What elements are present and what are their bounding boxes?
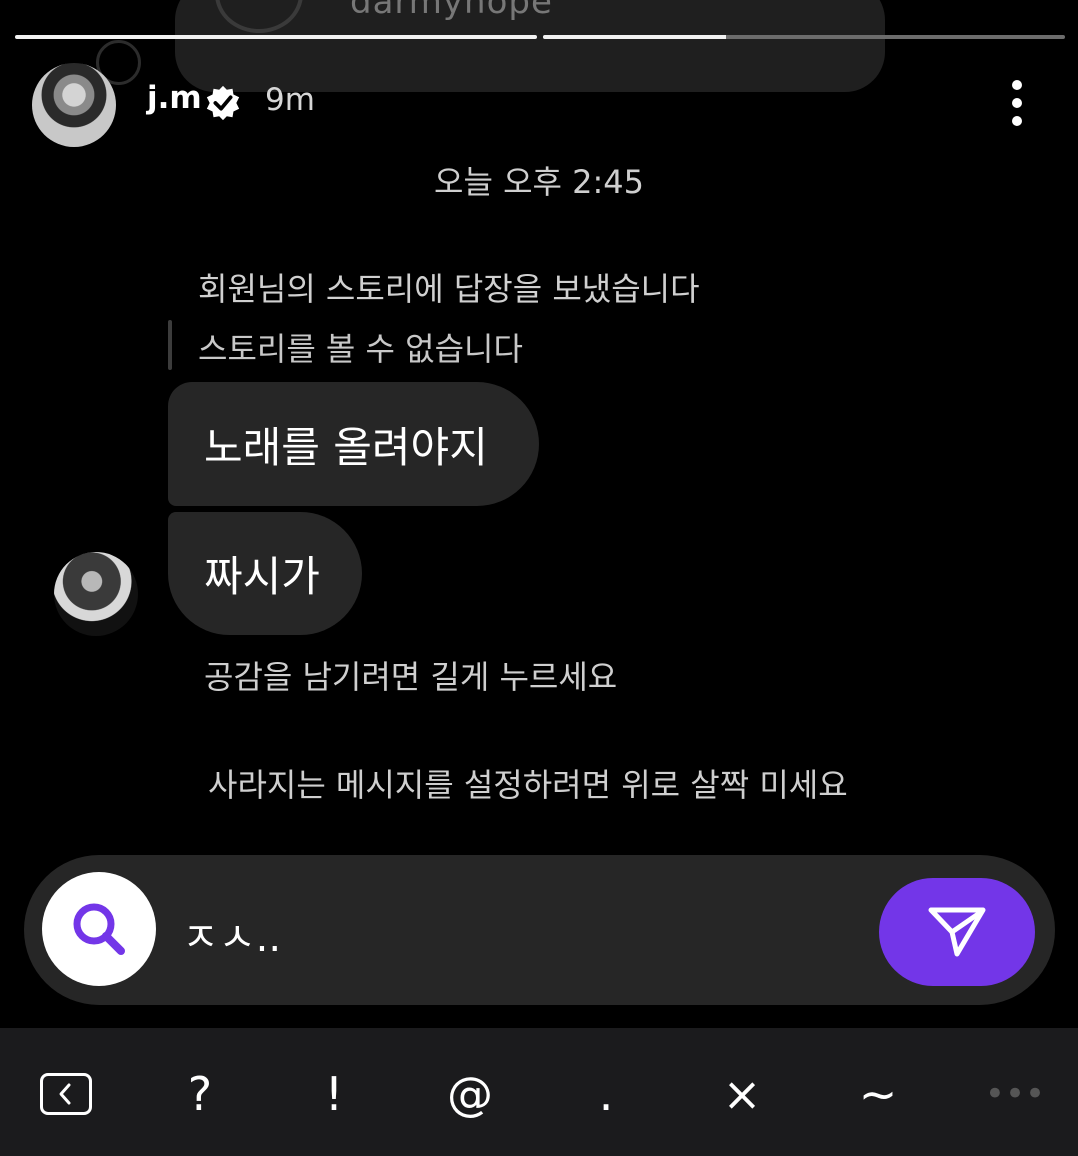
chevron-left-icon (59, 1083, 71, 1105)
key-question[interactable]: ? (178, 1062, 222, 1126)
message-text: 노래를 올려야지 (204, 422, 488, 472)
message-bubble[interactable]: 노래를 올려야지 (168, 382, 539, 506)
username[interactable]: j.m (147, 80, 202, 116)
search-icon (73, 903, 125, 955)
key-multiply[interactable]: × (722, 1062, 762, 1126)
keyboard-toolbar (0, 1028, 1078, 1156)
more-vertical-icon[interactable] (1004, 80, 1030, 126)
verified-badge-icon (206, 85, 240, 121)
key-period[interactable]: . (590, 1062, 622, 1126)
reply-quote-bar (168, 320, 172, 370)
key-exclamation[interactable]: ! (318, 1062, 350, 1126)
message-bubble[interactable]: 짜시가 (168, 512, 362, 635)
message-text: 짜시가 (204, 552, 320, 601)
message-input[interactable]: ㅈㅅ.. (182, 905, 281, 963)
reaction-hint: 공감을 남기려면 길게 누르세요 (204, 658, 618, 696)
story-progress-bar-2 (543, 35, 1065, 39)
send-button[interactable] (879, 878, 1035, 986)
keyboard-collapse-button[interactable] (40, 1073, 92, 1115)
sender-avatar[interactable] (54, 552, 138, 636)
key-tilde[interactable]: ~ (858, 1062, 898, 1126)
more-keys-icon[interactable]: ••• (985, 1062, 1045, 1126)
story-progress-bar-1 (15, 35, 537, 39)
send-icon (928, 907, 986, 957)
search-button[interactable] (42, 872, 156, 986)
time-ago: 9m (265, 82, 315, 118)
story-reply-label: 회원님의 스토리에 답장을 보냈습니다 (198, 270, 700, 308)
key-at[interactable]: @ (440, 1062, 500, 1126)
chat-timestamp: 오늘 오후 2:45 (434, 163, 644, 201)
previous-username: darmyhope (350, 0, 553, 22)
story-unavailable-text: 스토리를 볼 수 없습니다 (198, 330, 523, 368)
profile-avatar[interactable] (32, 63, 116, 147)
vanish-mode-hint: 사라지는 메시지를 설정하려면 위로 살짝 미세요 (208, 766, 848, 804)
